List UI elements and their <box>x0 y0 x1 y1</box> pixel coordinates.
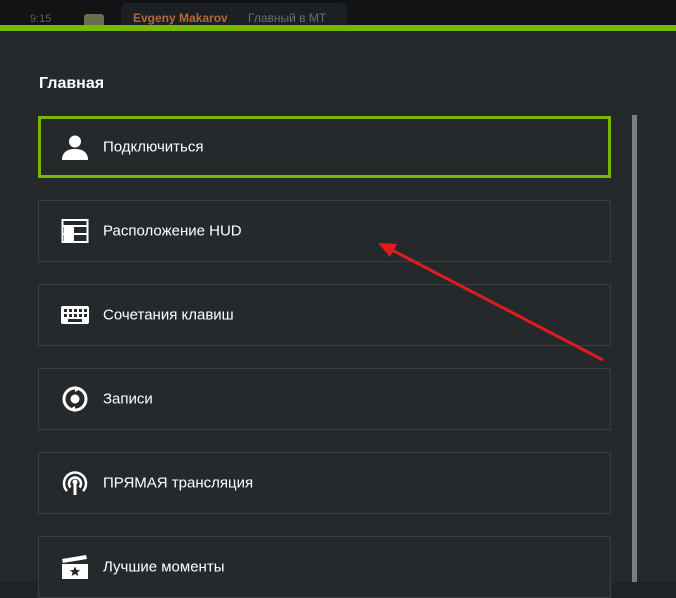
menu-item-highlights[interactable]: Лучшие моменты <box>38 536 611 598</box>
scrollbar[interactable] <box>632 115 637 582</box>
hud-layout-icon <box>60 217 90 245</box>
message-text: Главный в МТ <box>248 11 327 25</box>
menu-item-connect[interactable]: Подключиться <box>38 116 611 178</box>
chat-notification-bar: 9:15 Evgeny Makarov Главный в МТ <box>0 0 676 25</box>
recordings-icon <box>60 385 90 413</box>
menu-item-label: Лучшие моменты <box>103 558 225 576</box>
menu-item-hud-layout[interactable]: Расположение HUD <box>38 200 611 262</box>
menu-item-label: Подключиться <box>103 138 204 156</box>
menu-item-label: Расположение HUD <box>103 222 242 240</box>
broadcast-icon <box>60 469 90 497</box>
user-icon <box>60 133 90 161</box>
main-menu-panel: Главная Подключиться Расположение HUD Со… <box>0 31 676 598</box>
sender-avatar <box>84 14 104 25</box>
highlights-icon <box>60 553 90 581</box>
message-author[interactable]: Evgeny Makarov <box>133 11 228 25</box>
keyboard-icon <box>60 301 90 329</box>
menu-item-label: Сочетания клавиш <box>103 306 234 324</box>
message-time: 9:15 <box>30 13 52 25</box>
menu-item-label: Записи <box>103 390 153 408</box>
section-title: Главная <box>39 75 105 92</box>
menu-item-label: ПРЯМАЯ трансляция <box>103 474 254 492</box>
menu-item-live-broadcast[interactable]: ПРЯМАЯ трансляция <box>38 452 611 514</box>
menu-item-hotkeys[interactable]: Сочетания клавиш <box>38 284 611 346</box>
menu-item-recordings[interactable]: Записи <box>38 368 611 430</box>
